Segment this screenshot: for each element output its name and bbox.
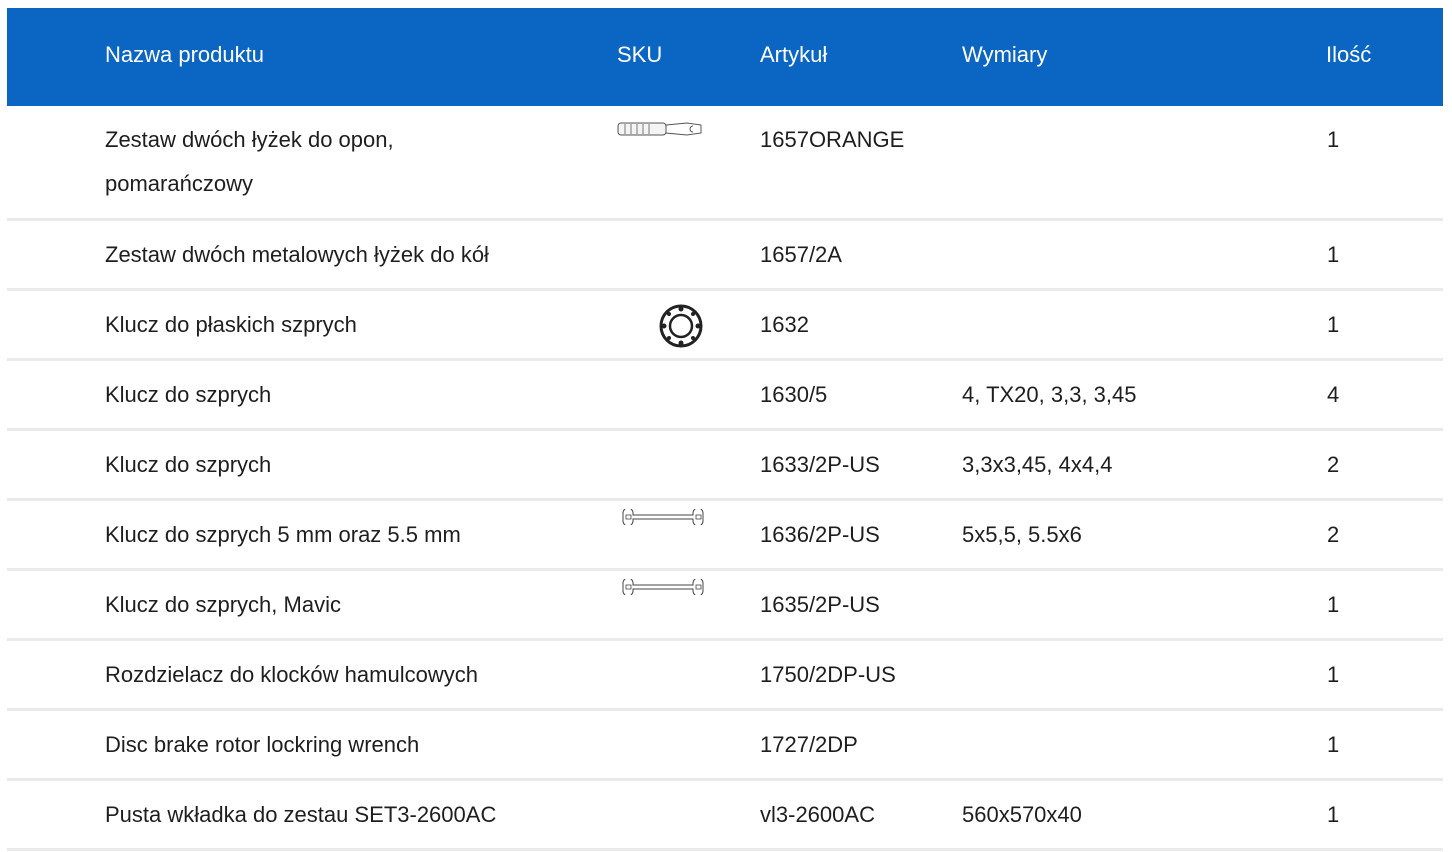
article-code: 1633/2P-US	[760, 452, 880, 477]
double-end-wrench-icon[interactable]	[621, 509, 705, 525]
header-quantity[interactable]: Ilość	[1326, 8, 1371, 102]
tire-lever-icon[interactable]	[617, 120, 703, 138]
quantity: 1	[1327, 242, 1340, 267]
product-name: Disc brake rotor lockring wrench	[105, 732, 420, 757]
article-code: 1727/2DP	[760, 732, 858, 757]
dimensions: 4, TX20, 3,3, 3,45	[962, 382, 1137, 407]
article-code: 1630/5	[760, 382, 828, 407]
table-header: Nazwa produktu SKU Artykuł Wymiary Ilość	[7, 8, 1443, 106]
table-row: Klucz do szprych, Mavic 1635/2P-US 1	[7, 571, 1443, 641]
table-row: Klucz do szprych 5 mm oraz 5.5 mm 1636/2…	[7, 501, 1443, 571]
table-row: Disc brake rotor lockring wrench 1727/2D…	[7, 711, 1443, 781]
dimensions: 5x5,5, 5.5x6	[962, 522, 1082, 547]
quantity: 1	[1327, 127, 1340, 152]
table-row: Klucz do płaskich szprych 1632 1	[7, 291, 1443, 361]
article-code: vl3-2600AC	[760, 802, 875, 827]
product-name: Klucz do szprych	[105, 382, 272, 407]
product-name: Pusta wkładka do zestau SET3-2600AC	[105, 802, 497, 827]
product-name: Klucz do szprych 5 mm oraz 5.5 mm	[105, 522, 461, 547]
double-end-wrench-icon[interactable]	[621, 579, 705, 595]
dimensions: 560x570x40	[962, 802, 1082, 827]
article-code: 1635/2P-US	[760, 592, 880, 617]
round-spoke-wrench-icon[interactable]	[658, 303, 704, 349]
quantity: 1	[1327, 732, 1340, 757]
table-row: Klucz do szprych 1630/5 4, TX20, 3,3, 3,…	[7, 361, 1443, 431]
header-article[interactable]: Artykuł	[760, 8, 827, 102]
header-dimensions[interactable]: Wymiary	[962, 8, 1047, 102]
article-code: 1632	[760, 312, 809, 337]
table-row: Rozdzielacz do klocków hamulcowych 1750/…	[7, 641, 1443, 711]
quantity: 1	[1327, 802, 1340, 827]
article-code: 1657ORANGE	[760, 127, 905, 152]
table-row: Pusta wkładka do zestau SET3-2600AC vl3-…	[7, 781, 1443, 851]
product-table: Nazwa produktu SKU Artykuł Wymiary Ilość…	[7, 8, 1443, 851]
product-name: Zestaw dwóch metalowych łyżek do kół	[105, 242, 489, 267]
quantity: 2	[1327, 452, 1340, 477]
article-code: 1750/2DP-US	[760, 662, 896, 687]
quantity: 4	[1327, 382, 1340, 407]
table-row: Zestaw dwóch łyżek do opon, pomarańczowy…	[7, 106, 1443, 221]
quantity: 1	[1327, 312, 1340, 337]
quantity: 2	[1327, 522, 1340, 547]
product-name: Rozdzielacz do klocków hamulcowych	[105, 662, 478, 687]
table-row: Klucz do szprych 1633/2P-US 3,3x3,45, 4x…	[7, 431, 1443, 501]
table-row: Zestaw dwóch metalowych łyżek do kół 165…	[7, 221, 1443, 291]
product-name: Klucz do płaskich szprych	[105, 312, 357, 337]
header-sku[interactable]: SKU	[617, 8, 727, 102]
article-code: 1657/2A	[760, 242, 842, 267]
quantity: 1	[1327, 592, 1340, 617]
header-name[interactable]: Nazwa produktu	[105, 8, 545, 102]
quantity: 1	[1327, 662, 1340, 687]
product-name: Zestaw dwóch łyżek do opon, pomarańczowy	[105, 127, 394, 196]
product-name: Klucz do szprych	[105, 452, 272, 477]
article-code: 1636/2P-US	[760, 522, 880, 547]
dimensions: 3,3x3,45, 4x4,4	[962, 452, 1113, 477]
product-name: Klucz do szprych, Mavic	[105, 592, 341, 617]
